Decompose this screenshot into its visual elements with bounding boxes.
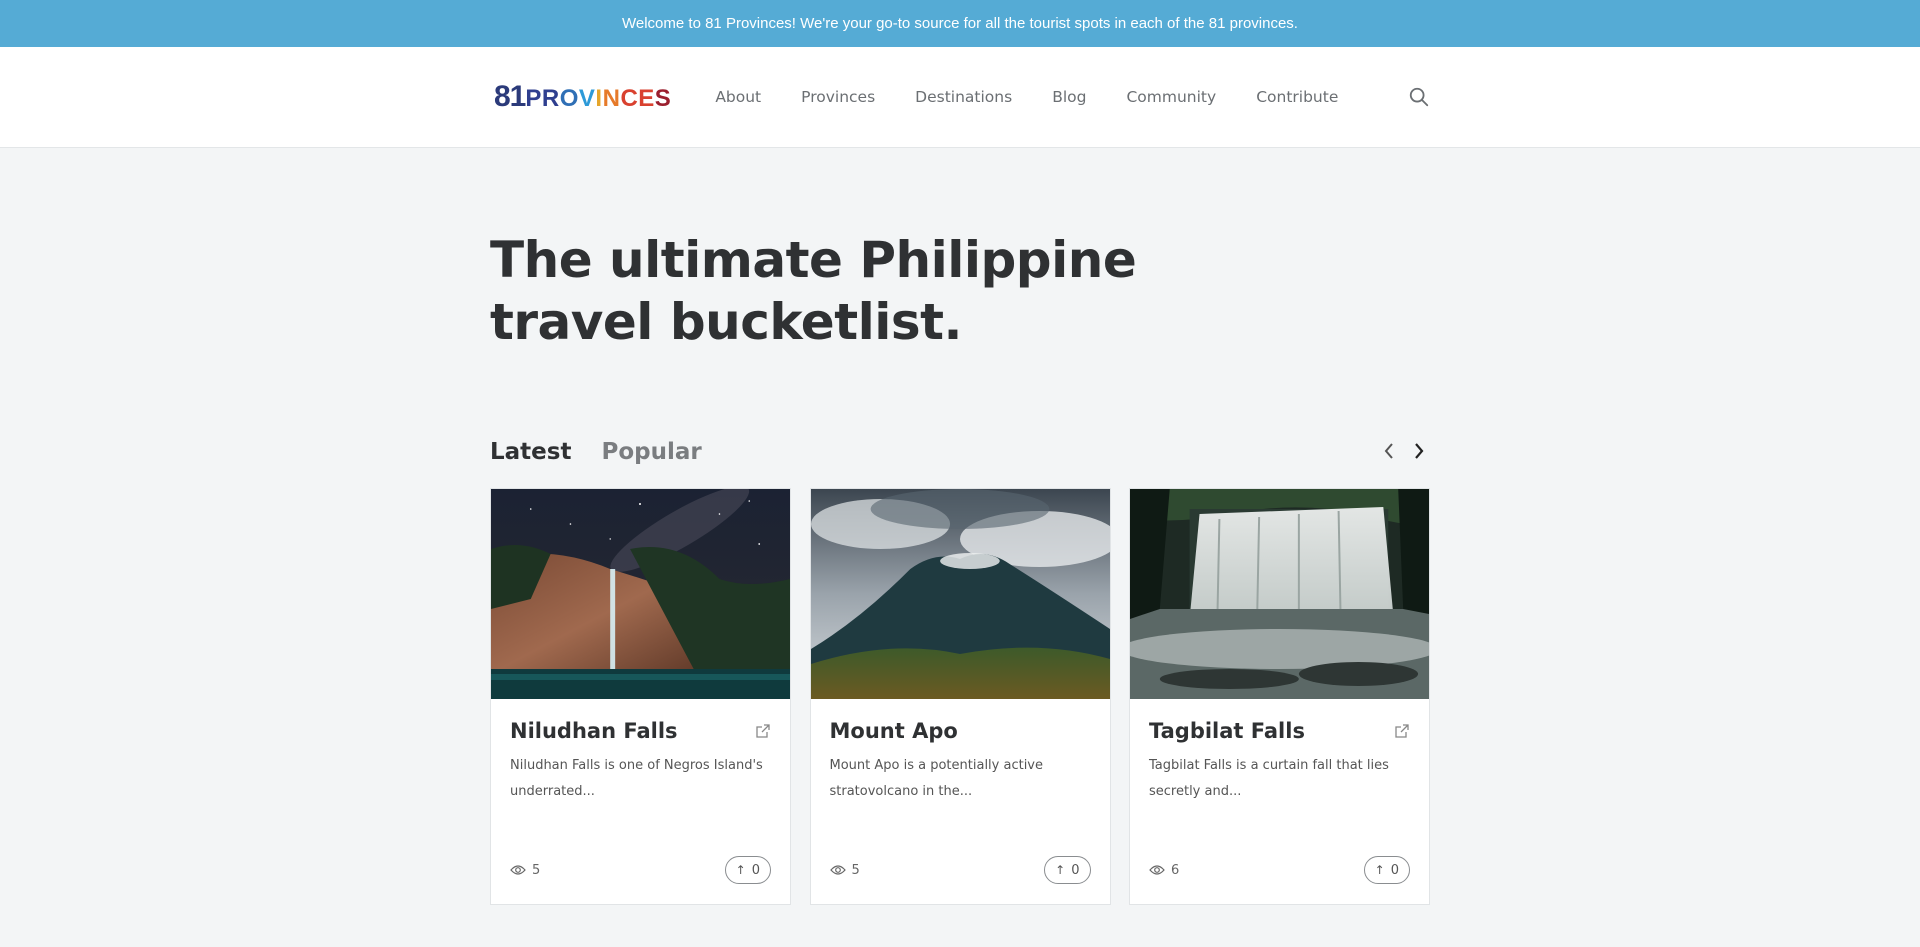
destination-cards: Niludhan Falls Niludhan Falls is one of …: [490, 488, 1430, 905]
page-title: The ultimate Philippine travel bucketlis…: [490, 231, 1137, 351]
arrow-up-icon: ↑: [1374, 863, 1385, 877]
tab-popular[interactable]: Popular: [601, 439, 701, 465]
chevron-right-icon: [1415, 443, 1424, 459]
nav-about[interactable]: About: [715, 88, 761, 106]
card-image-mount-apo[interactable]: [810, 489, 1110, 699]
arrow-up-icon: ↑: [1055, 863, 1066, 877]
site-logo[interactable]: 81 PROVINCES: [494, 80, 671, 114]
card-image-niludhan-falls[interactable]: [491, 489, 790, 699]
eye-icon: [510, 865, 526, 875]
upvote-count: 0: [1390, 862, 1399, 878]
tabs: Latest Popular: [490, 437, 1430, 467]
main-nav: About Provinces Destinations Blog Commun…: [715, 88, 1378, 106]
card-title[interactable]: Tagbilat Falls: [1149, 719, 1305, 743]
card-title[interactable]: Mount Apo: [830, 719, 958, 743]
prev-button[interactable]: [1378, 439, 1400, 463]
eye-icon: [1149, 865, 1165, 875]
nav-provinces[interactable]: Provinces: [801, 88, 875, 106]
announcement-text: Welcome to 81 Provinces! We're your go-t…: [622, 15, 1298, 32]
tab-latest[interactable]: Latest: [490, 439, 571, 465]
card-description: Mount Apo is a potentially active strato…: [829, 758, 1044, 799]
search-icon[interactable]: [1408, 86, 1430, 108]
card-description: Tagbilat Falls is a curtain fall that li…: [1149, 758, 1389, 799]
nav-contribute[interactable]: Contribute: [1256, 88, 1338, 106]
view-count: 5: [829, 862, 860, 878]
destination-card[interactable]: Mount Apo Mount Apo is a potentially act…: [809, 488, 1111, 905]
nav-blog[interactable]: Blog: [1052, 88, 1086, 106]
view-count-value: 5: [532, 862, 541, 878]
next-button[interactable]: [1408, 439, 1430, 463]
upvote-button[interactable]: ↑ 0: [1363, 856, 1410, 884]
view-count: 5: [510, 863, 540, 878]
card-description: Niludhan Falls is one of Negros Island's…: [510, 758, 763, 799]
destination-card[interactable]: Niludhan Falls Niludhan Falls is one of …: [490, 488, 791, 905]
destination-card[interactable]: Tagbilat Falls Tagbilat Falls is a curta…: [1129, 488, 1430, 905]
carousel-controls: [1370, 439, 1430, 463]
view-count: 6: [1149, 863, 1179, 878]
upvote-button[interactable]: ↑ 0: [724, 856, 771, 884]
external-link-icon[interactable]: [755, 723, 771, 739]
view-count-value: 6: [1171, 862, 1180, 878]
chevron-left-icon: [1384, 443, 1393, 459]
card-title[interactable]: Niludhan Falls: [510, 719, 678, 743]
nav-destinations[interactable]: Destinations: [915, 88, 1012, 106]
upvote-count: 0: [1071, 862, 1080, 878]
site-header: 81 PROVINCES About Provinces Destination…: [0, 47, 1920, 148]
upvote-button[interactable]: ↑ 0: [1044, 856, 1091, 884]
external-link-icon[interactable]: [1394, 723, 1410, 739]
view-count-value: 5: [851, 862, 860, 878]
eye-icon: [829, 865, 846, 875]
upvote-count: 0: [751, 862, 760, 878]
arrow-up-icon: ↑: [735, 863, 746, 877]
announcement-bar: Welcome to 81 Provinces! We're your go-t…: [0, 0, 1920, 47]
card-image-tagbilat-falls[interactable]: [1130, 489, 1429, 699]
nav-community[interactable]: Community: [1126, 88, 1216, 106]
